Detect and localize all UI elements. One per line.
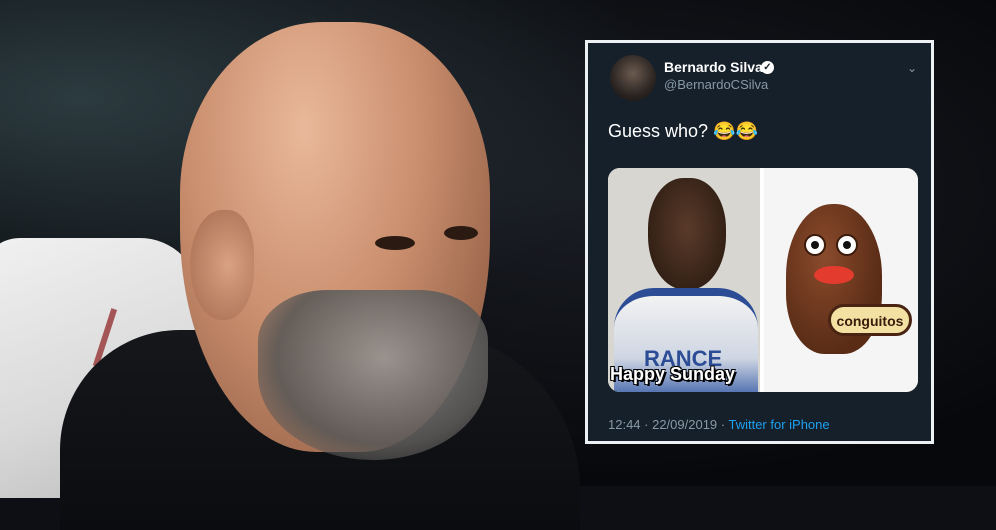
tweet-text: Guess who? 😂😂 xyxy=(608,121,758,141)
child-face xyxy=(648,178,726,290)
source-link[interactable]: Twitter for iPhone xyxy=(728,417,829,432)
tweet-card[interactable]: Bernardo Silva ✓ @BernardoCSilva ⌄ Guess… xyxy=(585,40,934,444)
mascot-label: conguitos xyxy=(828,304,912,336)
timestamp[interactable]: 12:44 · 22/09/2019 · xyxy=(608,417,728,432)
ear xyxy=(190,210,254,320)
left-eye xyxy=(375,236,415,250)
user-handle[interactable]: @BernardoCSilva xyxy=(664,77,768,92)
tweet-meta: 12:44 · 22/09/2019 · Twitter for iPhone xyxy=(608,417,830,432)
media-caption: Happy Sunday xyxy=(610,364,736,384)
mascot-eye xyxy=(836,234,858,256)
verified-icon: ✓ xyxy=(761,61,774,74)
mascot-lips xyxy=(814,266,854,284)
mascot-pupil xyxy=(843,241,851,249)
display-name[interactable]: Bernardo Silva xyxy=(664,59,763,75)
mascot-image: conguitos xyxy=(764,168,918,392)
chevron-down-icon[interactable]: ⌄ xyxy=(907,61,917,75)
right-eye xyxy=(444,226,478,240)
mascot-pupil xyxy=(811,241,819,249)
child-photo: RANCE Happy Sunday xyxy=(608,168,760,392)
beard xyxy=(258,290,488,460)
mascot-eye xyxy=(804,234,826,256)
tweet-media[interactable]: RANCE Happy Sunday conguitos xyxy=(608,168,918,392)
avatar[interactable] xyxy=(610,55,656,101)
